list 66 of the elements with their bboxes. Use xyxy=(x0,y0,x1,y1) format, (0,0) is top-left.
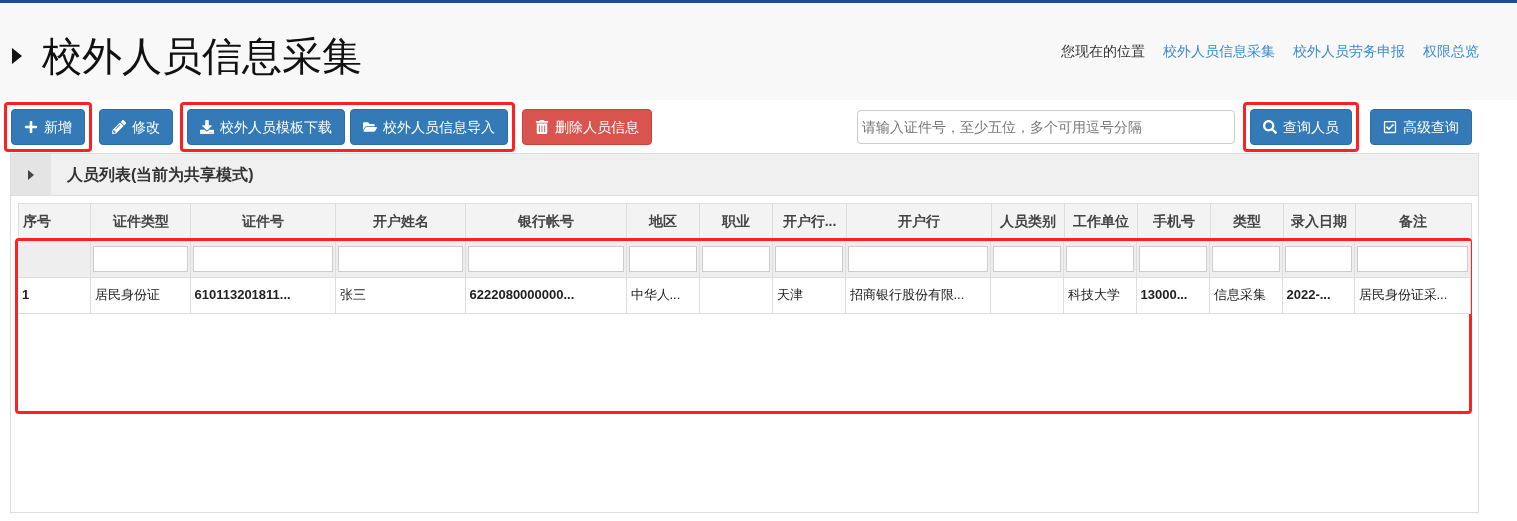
table-cell: 1 xyxy=(18,277,90,313)
folder-icon xyxy=(363,120,377,134)
search-icon xyxy=(1263,120,1277,134)
table-cell: 科技大学 xyxy=(1063,277,1136,313)
filter-field[interactable] xyxy=(92,245,188,272)
column-header[interactable]: 地区 xyxy=(626,203,700,240)
toolbar-button[interactable]: 高级查询 xyxy=(1370,109,1472,145)
toolbar-button[interactable]: 校外人员信息导入 xyxy=(350,109,508,145)
toolbar-button[interactable]: 查询人员 xyxy=(1250,109,1352,145)
column-header[interactable]: 开户行... xyxy=(773,203,847,240)
expand-toggle[interactable] xyxy=(11,154,51,195)
column-header[interactable]: 银行帐号 xyxy=(465,203,627,240)
breadcrumb-label: 您现在的位置 xyxy=(1061,42,1145,61)
page-title: 校外人员信息采集 xyxy=(42,36,362,76)
plus-icon xyxy=(24,120,38,134)
table-cell: 张三 xyxy=(335,277,465,313)
table-cell: 信息采集 xyxy=(1209,277,1282,313)
toolbar-button[interactable]: 删除人员信息 xyxy=(522,109,652,145)
filter-field[interactable] xyxy=(1356,245,1468,272)
table-cell: 招商银行股份有限... xyxy=(845,277,990,313)
toolbar-button[interactable]: 新增 xyxy=(11,109,85,145)
filter-field[interactable] xyxy=(774,245,843,272)
trash-icon xyxy=(535,120,549,134)
filter-field[interactable] xyxy=(1065,245,1134,272)
column-header[interactable]: 证件类型 xyxy=(90,203,191,240)
download-icon xyxy=(200,120,214,134)
filter-field[interactable] xyxy=(628,245,697,272)
filter-field[interactable] xyxy=(192,245,333,272)
caret-right-icon xyxy=(27,169,35,180)
table-cell: 居民身份证采... xyxy=(1354,277,1470,313)
column-header[interactable]: 手机号 xyxy=(1137,203,1211,240)
table-cell: 天津 xyxy=(772,277,845,313)
column-header[interactable]: 录入日期 xyxy=(1283,203,1356,240)
column-header[interactable]: 职业 xyxy=(699,203,773,240)
panel-title: 人员列表(当前为共享模式) xyxy=(67,164,254,185)
column-header[interactable]: 开户行 xyxy=(846,203,992,240)
filter-field[interactable] xyxy=(701,245,770,272)
table-cell: 13000... xyxy=(1136,277,1209,313)
filter-field[interactable] xyxy=(992,245,1061,272)
column-header[interactable]: 人员类别 xyxy=(991,203,1065,240)
filter-field[interactable] xyxy=(1284,245,1352,272)
breadcrumb-link[interactable]: 校外人员信息采集 xyxy=(1163,41,1275,62)
checkbox-icon xyxy=(1383,120,1397,134)
table-cell: 中华人... xyxy=(626,277,699,313)
pencil-icon xyxy=(112,120,126,134)
caret-icon xyxy=(12,48,22,64)
table-cell: 610113201811... xyxy=(190,277,335,313)
filter-field[interactable] xyxy=(337,245,463,272)
table-cell: 2022-... xyxy=(1282,277,1354,313)
filter-field[interactable] xyxy=(1211,245,1280,272)
column-header[interactable]: 证件号 xyxy=(190,203,336,240)
column-header[interactable]: 类型 xyxy=(1210,203,1284,240)
search-field[interactable]: 请输入证件号，至少五位，多个可用逗号分隔 xyxy=(857,110,1235,144)
toolbar-button[interactable]: 修改 xyxy=(99,109,173,145)
table-cell: 居民身份证 xyxy=(90,277,190,313)
toolbar-button[interactable]: 校外人员模板下载 xyxy=(187,109,345,145)
filter-field[interactable] xyxy=(1138,245,1207,272)
column-header[interactable]: 开户姓名 xyxy=(335,203,466,240)
column-header[interactable]: 工作单位 xyxy=(1064,203,1138,240)
column-header[interactable]: 序号 xyxy=(18,203,91,240)
breadcrumb-link[interactable]: 权限总览 xyxy=(1423,41,1479,62)
filter-field[interactable] xyxy=(467,245,624,272)
filter-field[interactable] xyxy=(847,245,988,272)
table-cell: 6222080000000... xyxy=(465,277,626,313)
breadcrumb-link[interactable]: 校外人员劳务申报 xyxy=(1293,41,1405,62)
column-header[interactable]: 备注 xyxy=(1355,203,1472,240)
